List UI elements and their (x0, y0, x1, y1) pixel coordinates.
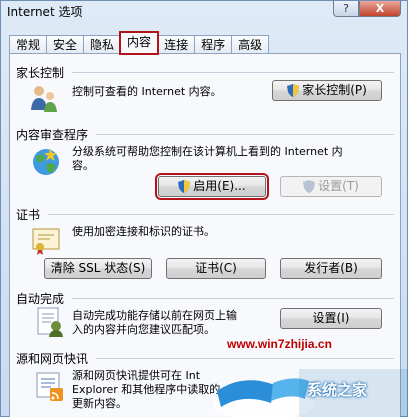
advisor-settings-button[interactable]: 设置(T) (280, 176, 382, 197)
autocomplete-description-1: 自动完成功能存储以前在网页上输 (72, 309, 237, 322)
parental-controls-button-label: 家长控制(P) (302, 83, 367, 97)
uac-shield-icon (303, 180, 316, 193)
feeds-description-2: Explorer 和其他程序中读取的 (72, 383, 221, 396)
enable-button-label: 启用(E)... (193, 179, 246, 193)
certificates-title: 证书 (16, 208, 41, 222)
parental-controls-icon (31, 86, 57, 112)
watermark-url: www.win7zhijia.cn (227, 337, 332, 351)
tab-programs[interactable]: 程序 (194, 35, 233, 54)
content-advisor-description-2: 容。 (72, 159, 94, 172)
certificates-description: 使用加密连接和标识的证书。 (72, 225, 215, 238)
divider (96, 134, 394, 135)
parental-controls-description: 控制可查看的 Internet 内容。 (72, 85, 222, 98)
autocomplete-title: 自动完成 (16, 292, 65, 306)
tab-security[interactable]: 安全 (46, 35, 85, 54)
advisor-settings-button-label: 设置(T) (318, 179, 359, 193)
window-title: Internet 选项 (7, 5, 83, 19)
feeds-description-3: 更新内容。 (72, 397, 127, 410)
tab-advanced[interactable]: 高级 (231, 35, 270, 54)
uac-shield-icon (178, 180, 191, 193)
parental-controls-button[interactable]: 家长控制(P) (272, 80, 382, 101)
feeds-title: 源和网页快讯 (16, 352, 89, 366)
tab-general[interactable]: 常规 (9, 35, 48, 54)
clear-ssl-state-button[interactable]: 清除 SSL 状态(S) (44, 258, 152, 279)
tab-content[interactable]: 内容 (119, 31, 160, 55)
tab-connections[interactable]: 连接 (157, 35, 196, 54)
divider (72, 298, 394, 299)
autocomplete-settings-button[interactable]: 设置(I) (280, 308, 382, 329)
certificates-button[interactable]: 证书(C) (166, 258, 266, 279)
autocomplete-icon (37, 307, 63, 337)
caption-buttons: ? X (333, 1, 401, 17)
autocomplete-description-2: 入的内容并向您建议匹配项。 (72, 323, 215, 336)
tab-strip: 常规 安全 隐私 内容 连接 程序 高级 (9, 31, 270, 55)
uac-shield-icon (287, 84, 300, 97)
watermark-brand: 系统之家 (307, 382, 368, 399)
internet-options-window: Internet 选项 ? X 常规 安全 隐私 内容 连接 程序 高级 家长控… (0, 0, 408, 417)
publishers-button[interactable]: 发行者(B) (280, 258, 382, 279)
close-button[interactable]: X (359, 1, 401, 17)
content-advisor-globe-icon (33, 148, 59, 175)
content-advisor-title: 内容审查程序 (16, 128, 89, 142)
enable-button[interactable]: 启用(E)... (155, 173, 269, 200)
feeds-icon (36, 372, 63, 401)
tab-privacy[interactable]: 隐私 (83, 35, 122, 54)
divider (96, 358, 394, 359)
feeds-description-1: 源和网页快讯提供可在 Int (72, 369, 201, 382)
certificate-icon (32, 228, 60, 255)
divider (72, 72, 394, 73)
divider (48, 214, 394, 215)
help-button[interactable]: ? (333, 1, 359, 17)
content-advisor-description-1: 分级系统可帮助您控制在该计算机上看到的 Internet 内 (72, 145, 343, 158)
parental-controls-title: 家长控制 (16, 66, 65, 80)
